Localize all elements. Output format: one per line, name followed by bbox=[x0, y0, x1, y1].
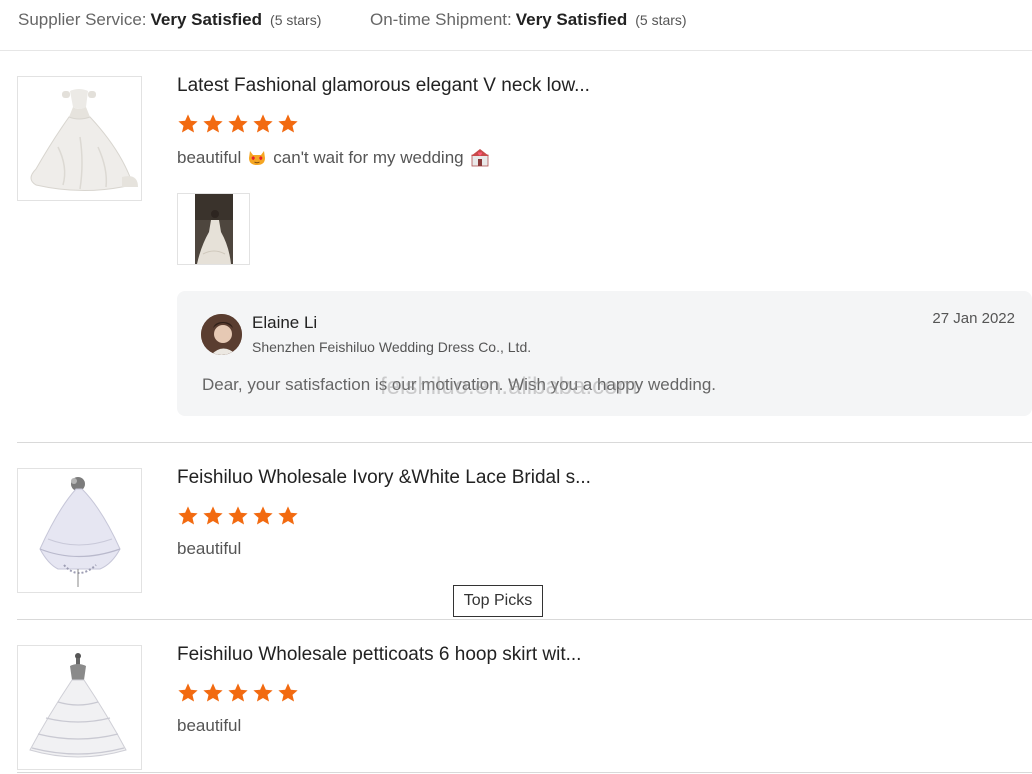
product-thumbnail[interactable] bbox=[17, 645, 142, 770]
product-thumbnail[interactable] bbox=[17, 468, 142, 593]
star-icon bbox=[177, 113, 199, 135]
review-text-part: can't wait for my wedding bbox=[273, 148, 464, 167]
shipment-note: (5 stars) bbox=[635, 12, 687, 28]
star-icon bbox=[202, 113, 224, 135]
star-rating bbox=[177, 682, 302, 704]
star-icon bbox=[277, 505, 299, 527]
star-rating bbox=[177, 505, 302, 527]
star-icon bbox=[252, 682, 274, 704]
shipment-label: On-time Shipment: bbox=[370, 10, 512, 29]
star-icon bbox=[202, 682, 224, 704]
top-picks-tooltip: Top Picks bbox=[453, 585, 543, 617]
petticoat-image bbox=[18, 646, 141, 769]
reply-company-name: Shenzhen Feishiluo Wedding Dress Co., Lt… bbox=[252, 339, 532, 355]
supplier-service-label: Supplier Service: bbox=[18, 10, 147, 29]
divider bbox=[17, 772, 1032, 773]
product-title[interactable]: Latest Fashional glamorous elegant V nec… bbox=[177, 75, 590, 97]
avatar bbox=[201, 314, 242, 355]
wedding-chapel-icon bbox=[470, 147, 490, 167]
star-icon bbox=[277, 113, 299, 135]
review-photo[interactable] bbox=[177, 193, 250, 265]
shipment-rating: On-time Shipment: Very Satisfied (5 stars) bbox=[370, 10, 687, 30]
reply-author-name: Elaine Li bbox=[252, 313, 318, 332]
bridal-veil-image bbox=[18, 469, 141, 592]
shipment-value: Very Satisfied bbox=[515, 10, 628, 29]
reply-date: 27 Jan 2022 bbox=[932, 310, 1015, 327]
seller-reply: Elaine Li Shenzhen Feishiluo Wedding Dre… bbox=[177, 291, 1032, 416]
star-icon bbox=[277, 682, 299, 704]
divider bbox=[17, 442, 1032, 443]
supplier-service-value: Very Satisfied bbox=[150, 10, 263, 29]
star-icon bbox=[252, 505, 274, 527]
review-text: beautiful bbox=[177, 716, 242, 735]
heart-eyes-cat-icon bbox=[247, 147, 267, 167]
supplier-service-rating: Supplier Service: Very Satisfied (5 stars) bbox=[18, 10, 321, 30]
star-icon bbox=[227, 505, 249, 527]
product-title[interactable]: Feishiluo Wholesale petticoats 6 hoop sk… bbox=[177, 644, 581, 666]
divider bbox=[17, 619, 1032, 620]
star-icon bbox=[227, 682, 249, 704]
review-photo-image bbox=[195, 194, 233, 264]
review-text: beautiful bbox=[177, 539, 242, 558]
product-title[interactable]: Feishiluo Wholesale Ivory &White Lace Br… bbox=[177, 467, 591, 489]
star-icon bbox=[202, 505, 224, 527]
star-icon bbox=[252, 113, 274, 135]
review-text-part: beautiful bbox=[177, 148, 242, 167]
star-icon bbox=[227, 113, 249, 135]
ballgown-dress-image bbox=[18, 77, 141, 200]
star-icon bbox=[177, 505, 199, 527]
rating-summary: Supplier Service: Very Satisfied (5 stars)… bbox=[0, 0, 1032, 51]
review-text: beautiful can't wait for my wedding bbox=[177, 147, 496, 168]
watermark: feishiluo.en.alibaba.com bbox=[380, 373, 638, 400]
star-rating bbox=[177, 113, 302, 135]
product-thumbnail[interactable] bbox=[17, 76, 142, 201]
supplier-service-note: (5 stars) bbox=[270, 12, 322, 28]
star-icon bbox=[177, 682, 199, 704]
